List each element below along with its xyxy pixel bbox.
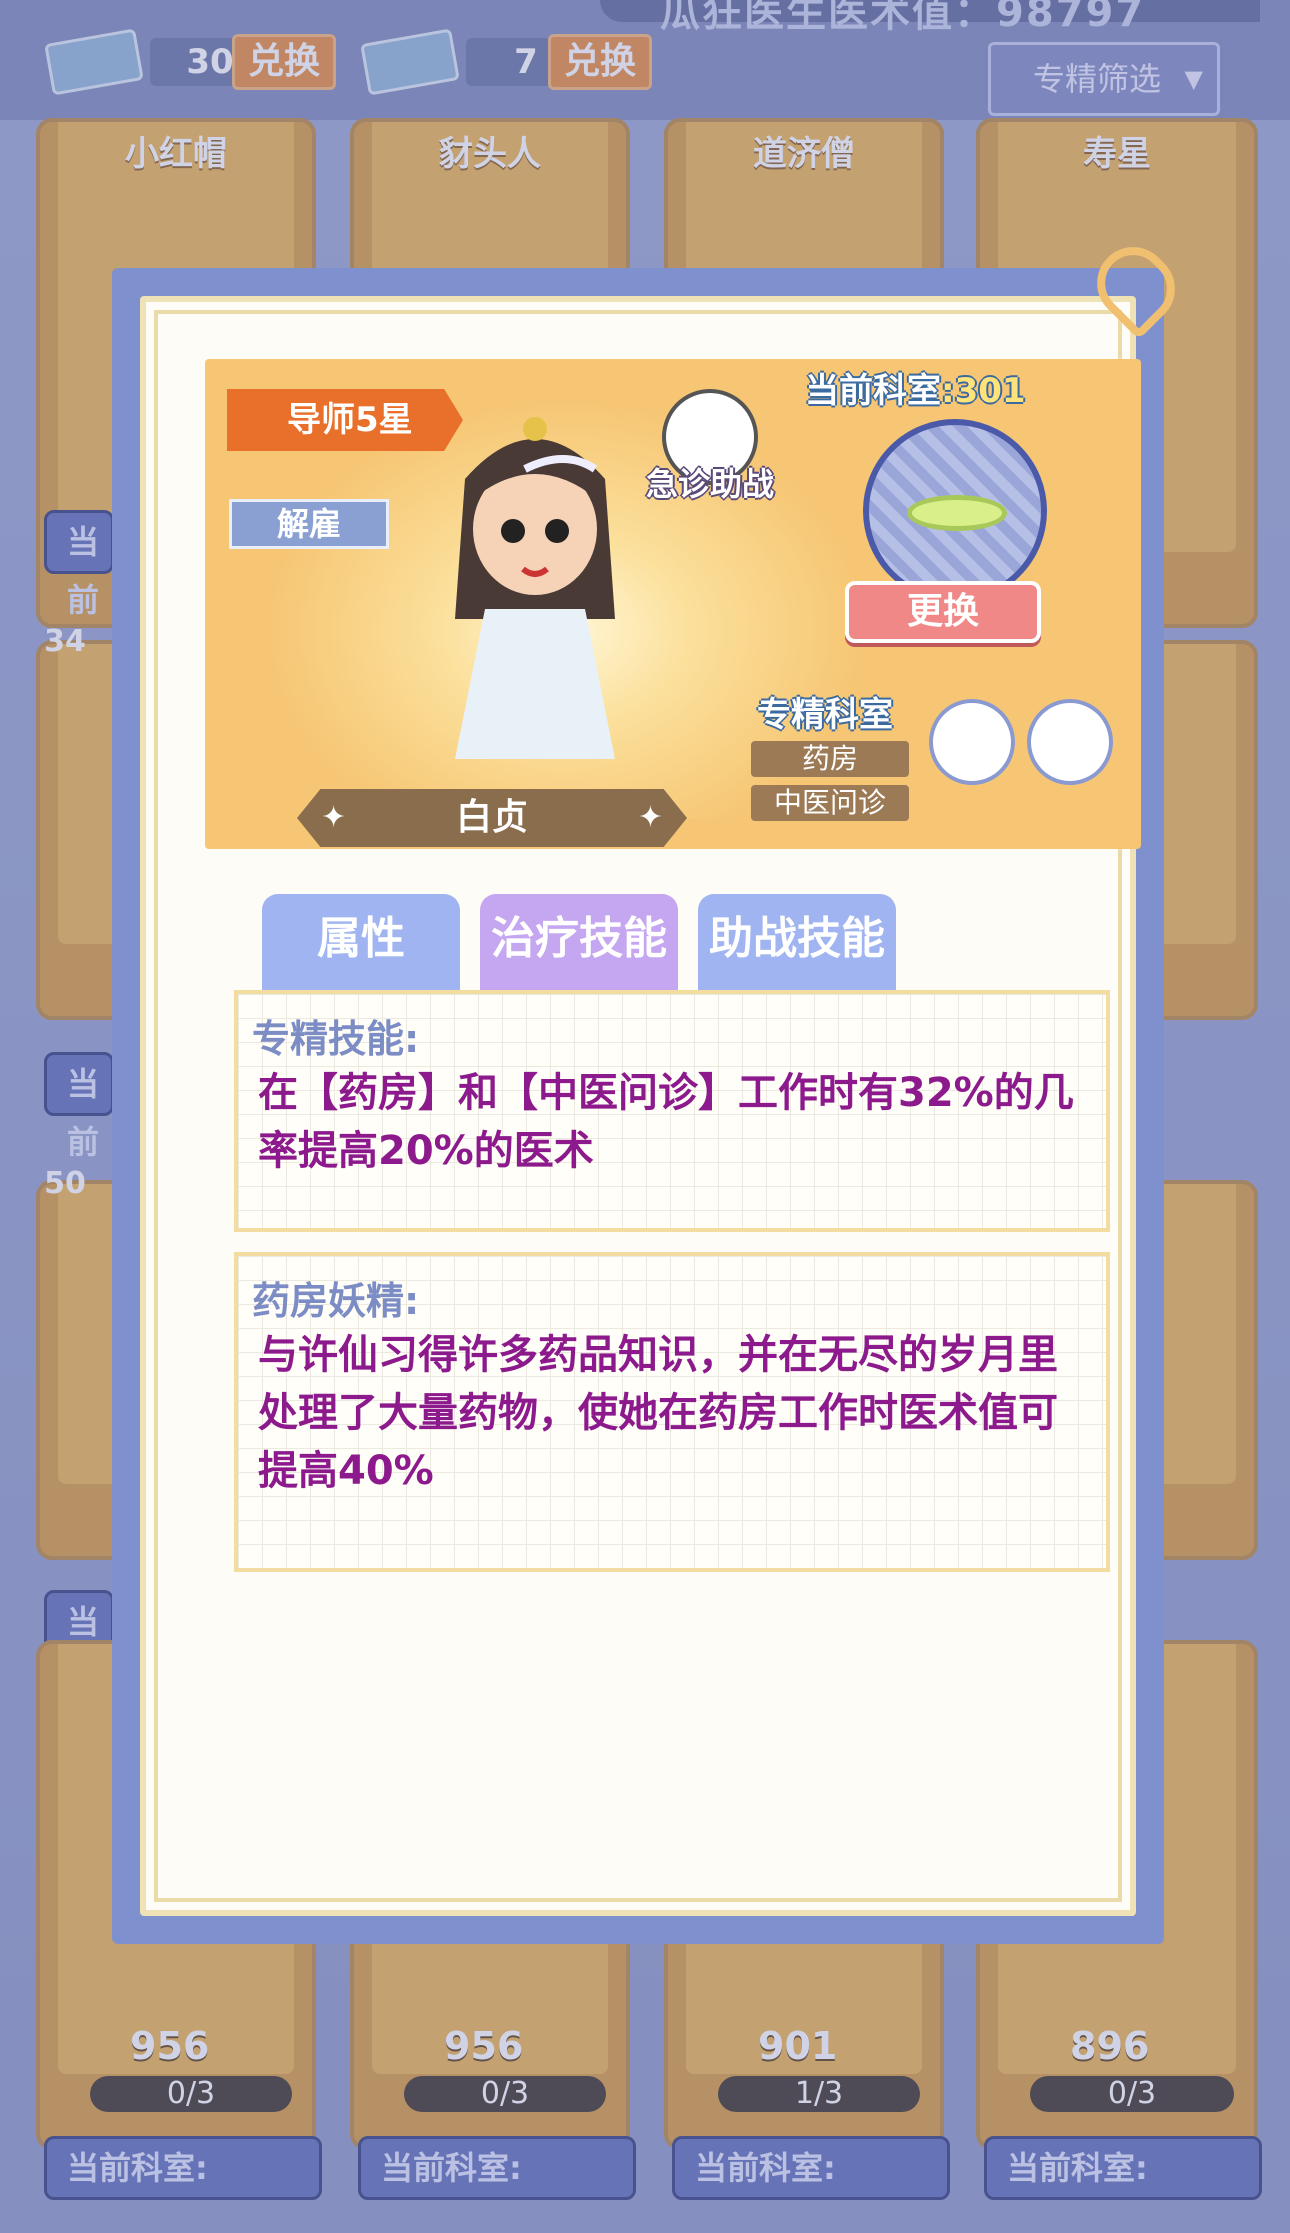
room-icon: [863, 419, 1047, 603]
emergency-assist[interactable]: 急诊助战: [645, 389, 775, 509]
skill-text: 与许仙习得许多药品知识，并在无尽的岁月里处理了大量药物，使她在药房工作时医术值可…: [258, 1332, 1058, 1494]
doctor-portrait-panel: 导师5星 解雇 ✦ 白贞 ✦ 急诊助战 当前科室:301 更换 专精科室 药房 …: [205, 359, 1141, 849]
skill-title: 专精技能:: [252, 1017, 420, 1061]
specialty-title: 专精科室: [757, 695, 893, 735]
specialty-tag: 药房: [751, 741, 909, 777]
tab-assist-skills[interactable]: 助战技能: [698, 894, 896, 990]
pharmacy-room-icon: [929, 699, 1015, 785]
current-dept-number: :301: [941, 371, 1026, 411]
tab-attributes[interactable]: 属性: [262, 894, 460, 990]
skill-title: 药房妖精:: [252, 1279, 420, 1323]
skill-text: 在【药房】和【中医问诊】工作时有32%的几率提高20%的医术: [258, 1070, 1074, 1174]
doctor-detail-modal: 导师5星 解雇 ✦ 白贞 ✦ 急诊助战 当前科室:301 更换 专精科室 药房 …: [112, 268, 1164, 1944]
skill-panel: 药房妖精: 与许仙习得许多药品知识，并在无尽的岁月里处理了大量药物，使她在药房工…: [234, 1252, 1110, 1572]
skill-panel: 专精技能: 在【药房】和【中医问诊】工作时有32%的几率提高20%的医术: [234, 990, 1110, 1232]
doctor-name: 白贞: [455, 797, 528, 838]
emergency-label: 急诊助战: [645, 465, 774, 503]
doctor-character-art: [455, 417, 615, 759]
current-dept: 当前科室:301: [805, 363, 1026, 412]
sparkle-icon: ✦: [637, 800, 663, 835]
tcm-room-icon: [1027, 699, 1113, 785]
swap-button[interactable]: 更换: [845, 581, 1041, 643]
tab-treatment-skills[interactable]: 治疗技能: [480, 894, 678, 990]
specialty-tag: 中医问诊: [751, 785, 909, 821]
fire-button[interactable]: 解雇: [229, 499, 389, 549]
current-dept-label: 当前科室: [805, 371, 941, 411]
sparkle-icon: ✦: [321, 800, 347, 835]
modal-paper: 导师5星 解雇 ✦ 白贞 ✦ 急诊助战 当前科室:301 更换 专精科室 药房 …: [140, 296, 1141, 1916]
doctor-name-bar: ✦ 白贞 ✦: [297, 789, 687, 847]
